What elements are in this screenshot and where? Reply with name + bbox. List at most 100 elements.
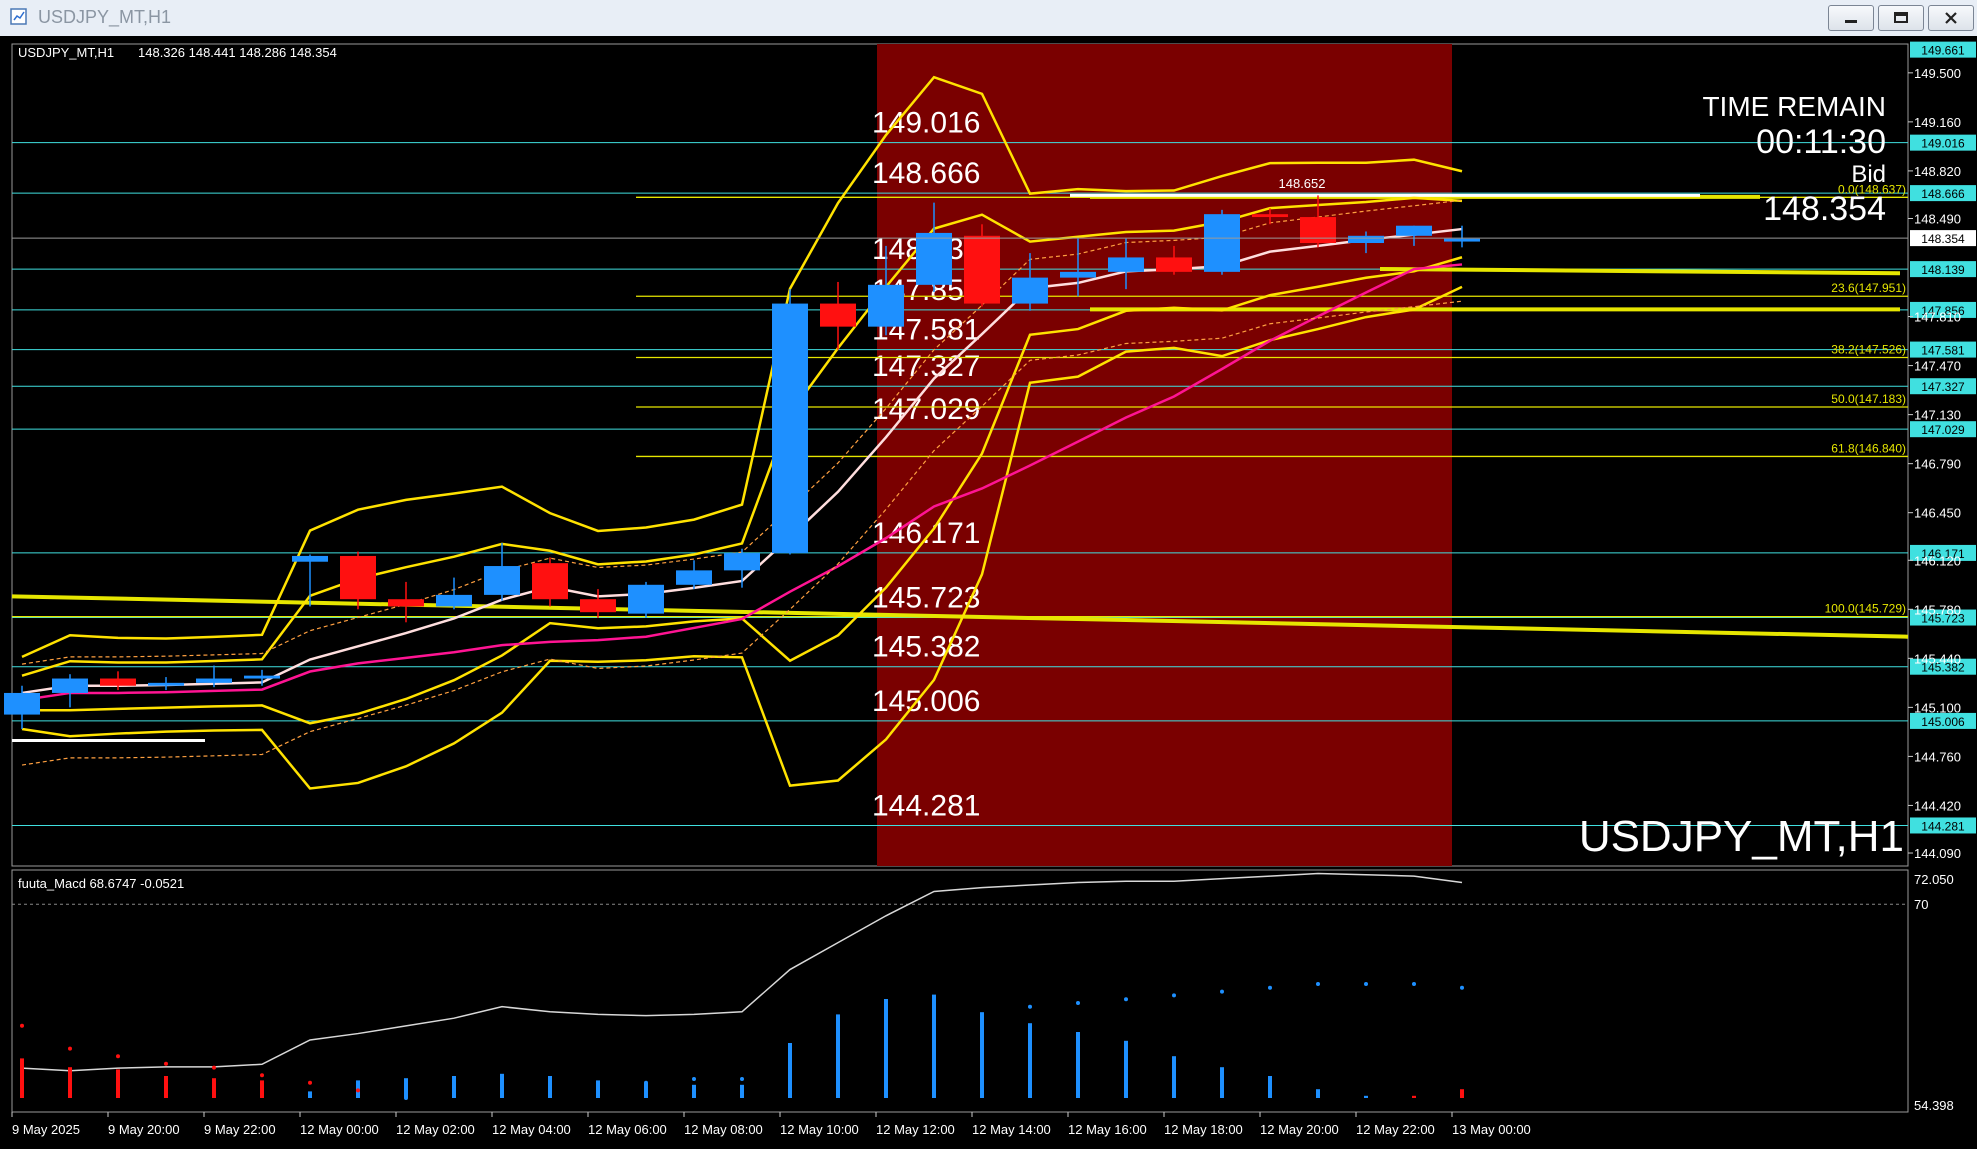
macd-signal-dot (548, 1084, 552, 1089)
time-axis-label: 12 May 20:00 (1260, 1122, 1339, 1137)
bear-candle (1300, 217, 1336, 244)
bull-candle (868, 284, 904, 327)
macd-axis-label: 54.398 (1914, 1098, 1954, 1113)
price-axis-label: 146.790 (1914, 457, 1961, 472)
macd-signal-dot (116, 1054, 120, 1059)
macd-signal-dot (1316, 982, 1320, 986)
symbol-label: USDJPY_MT,H1 (18, 45, 114, 60)
macd-signal-dot (452, 1092, 456, 1097)
minimize-button[interactable] (1828, 5, 1874, 31)
macd-histogram-bar (1124, 1040, 1128, 1098)
macd-signal-dot (740, 1077, 744, 1081)
time-axis-label: 12 May 10:00 (780, 1122, 859, 1137)
chart-window[interactable]: 149.016149.016148.666148.666148.139148.1… (0, 36, 1977, 1149)
minimize-icon (1845, 20, 1857, 23)
time-axis-label: 12 May 14:00 (972, 1122, 1051, 1137)
price-chart[interactable]: 149.016149.016148.666148.666148.139148.1… (0, 36, 1977, 1149)
bear-candle (532, 563, 568, 600)
macd-histogram-bar (500, 1073, 504, 1098)
bear-candle (100, 678, 136, 686)
macd-histogram-bar (404, 1078, 408, 1098)
bull-candle (196, 678, 232, 683)
price-axis-label: 147.810 (1914, 310, 1961, 325)
price-level-tag-text: 147.327 (1921, 380, 1965, 394)
macd-signal-dot (692, 1077, 696, 1081)
macd-signal-dot (20, 1023, 24, 1028)
price-level-tag-text: 148.139 (1921, 263, 1965, 277)
bear-candle (1252, 214, 1288, 218)
bear-candle (820, 303, 856, 327)
price-level-tag-text: 145.006 (1921, 715, 1965, 729)
chart-window-icon (10, 8, 27, 25)
macd-histogram-bar (1220, 1067, 1224, 1098)
bear-candle (580, 599, 616, 613)
time-axis-label: 12 May 08:00 (684, 1122, 763, 1137)
price-axis-label: 146.450 (1914, 506, 1961, 521)
macd-histogram-bar (692, 1084, 696, 1098)
price-axis-label: 144.760 (1914, 749, 1961, 764)
window-title: USDJPY_MT,H1 (38, 7, 172, 27)
time-axis-label: 12 May 02:00 (396, 1122, 475, 1137)
macd-signal-dot (836, 1050, 840, 1055)
macd-signal-dot (596, 1080, 600, 1085)
price-level-tag-text: 148.666 (1921, 187, 1965, 201)
close-button[interactable] (1928, 5, 1974, 31)
macd-signal-dot (980, 1012, 984, 1017)
bull-candle (676, 570, 712, 585)
bull-candle (772, 303, 808, 554)
macd-histogram-bar (1268, 1076, 1272, 1098)
bull-candle (724, 553, 760, 571)
time-axis-label: 9 May 2025 (12, 1122, 80, 1137)
price-axis-label: 144.420 (1914, 798, 1961, 813)
bull-candle (1444, 238, 1480, 242)
price-axis-label: 147.130 (1914, 408, 1961, 423)
macd-histogram-bar (308, 1091, 312, 1098)
macd-histogram-bar (1412, 1095, 1416, 1098)
price-axis-label: 145.780 (1914, 602, 1961, 617)
time-axis-label: 12 May 12:00 (876, 1122, 955, 1137)
bull-candle (1396, 225, 1432, 236)
price-level-tag-text: 147.029 (1921, 423, 1965, 437)
current-price-tag-text: 148.354 (1921, 232, 1965, 246)
top-price-tag-text: 149.661 (1921, 44, 1965, 58)
bull-candle (244, 675, 280, 679)
price-axis-label: 147.470 (1914, 359, 1961, 374)
macd-axis-label: 70 (1914, 897, 1928, 912)
macd-signal-dot (1268, 985, 1272, 990)
macd-signal-dot (788, 1065, 792, 1070)
window-titlebar: USDJPY_MT,H1 (0, 0, 1977, 37)
bid-label: Bid (1851, 161, 1886, 188)
time-axis-label: 12 May 16:00 (1068, 1122, 1147, 1137)
symbol-watermark: USDJPY_MT,H1 (1579, 812, 1904, 861)
price-axis-label: 148.490 (1914, 211, 1961, 226)
price-level-label: 148.666 (872, 157, 980, 190)
bear-candle (1156, 257, 1192, 272)
restore-button[interactable] (1878, 5, 1924, 31)
price-axis-label: 145.100 (1914, 700, 1961, 715)
high-marker-label: 148.652 (1279, 176, 1326, 191)
price-axis-label: 149.160 (1914, 115, 1961, 130)
macd-signal-dot (212, 1065, 216, 1070)
bear-candle (340, 555, 376, 600)
price-level-tag-text: 149.016 (1921, 137, 1965, 151)
macd-signal-dot (1124, 997, 1128, 1002)
time-axis-label: 12 May 18:00 (1164, 1122, 1243, 1137)
time-axis-label: 13 May 00:00 (1452, 1122, 1531, 1137)
price-level-label: 146.171 (872, 517, 980, 550)
macd-label: fuuta_Macd 68.6747 -0.0521 (18, 876, 184, 891)
macd-histogram-bar (1028, 1023, 1032, 1098)
macd-signal-dot (644, 1080, 648, 1085)
macd-signal-dot (308, 1080, 312, 1085)
macd-signal-dot (1460, 985, 1464, 990)
macd-histogram-bar (1172, 1056, 1176, 1098)
price-level-tag-text: 144.281 (1921, 819, 1965, 833)
macd-histogram-bar (644, 1082, 648, 1098)
bull-candle (484, 566, 520, 595)
macd-signal-dot (500, 1088, 504, 1093)
time-remain-label: TIME REMAIN (1702, 91, 1886, 122)
time-axis-label: 12 May 06:00 (588, 1122, 667, 1137)
time-axis-label: 9 May 20:00 (108, 1122, 180, 1137)
macd-signal-dot (164, 1061, 168, 1066)
bull-candle (916, 232, 952, 285)
macd-histogram-bar (68, 1067, 72, 1098)
